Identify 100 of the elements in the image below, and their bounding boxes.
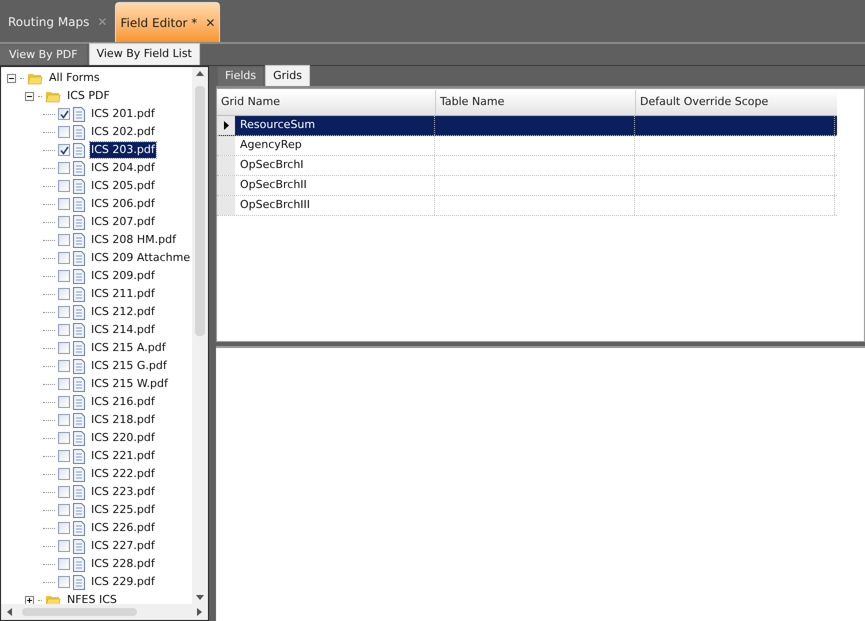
checkbox[interactable]: [58, 414, 70, 426]
editor-tab[interactable]: Fields: [218, 67, 264, 86]
checkbox[interactable]: [58, 270, 70, 282]
checkbox[interactable]: [58, 432, 70, 444]
tree-item[interactable]: ICS 214.pdf: [90, 322, 156, 338]
scroll-left-icon[interactable]: [7, 608, 12, 616]
document-icon: [73, 196, 85, 212]
tree-item[interactable]: ICS 220.pdf: [90, 430, 156, 446]
tab-label: Field Editor *: [120, 14, 198, 32]
expand-toggle[interactable]: [7, 74, 16, 82]
checkbox[interactable]: [58, 162, 70, 174]
grid-row[interactable]: OpSecBrchI: [217, 156, 837, 176]
scroll-down-icon[interactable]: [196, 595, 204, 600]
vertical-scrollbar[interactable]: [192, 67, 208, 604]
checkbox[interactable]: [58, 468, 70, 480]
tree-item[interactable]: ICS 206.pdf: [90, 196, 156, 212]
checkbox[interactable]: [58, 126, 70, 138]
grid-row[interactable]: ResourceSum: [217, 116, 837, 136]
tree-item[interactable]: ICS 223.pdf: [90, 484, 156, 500]
grid-row[interactable]: AgencyRep: [217, 136, 837, 156]
folder-icon: [27, 71, 43, 85]
tree-item[interactable]: ICS 227.pdf: [90, 538, 156, 554]
tree-item[interactable]: ICS 204.pdf: [90, 160, 156, 176]
checkbox[interactable]: [58, 180, 70, 192]
column-header[interactable]: Default Override Scope: [635, 90, 835, 115]
scroll-thumb[interactable]: [195, 86, 205, 336]
document-icon: [73, 340, 85, 356]
tree-item[interactable]: ICS 225.pdf: [90, 502, 156, 518]
checkbox[interactable]: [58, 450, 70, 462]
tree-item[interactable]: ICS 228.pdf: [90, 556, 156, 572]
checkbox[interactable]: [58, 540, 70, 552]
checkbox[interactable]: [58, 522, 70, 534]
tree-item[interactable]: ICS PDF: [67, 88, 110, 104]
tree-item[interactable]: ICS 211.pdf: [90, 286, 156, 302]
plus-icon: [26, 596, 33, 604]
document-icon: [73, 106, 85, 122]
tree-item[interactable]: ICS 215 A.pdf: [90, 340, 167, 356]
horizontal-scrollbar[interactable]: [1, 604, 208, 620]
tree-item[interactable]: ICS 205.pdf: [90, 178, 156, 194]
column-header[interactable]: Table Name: [435, 90, 635, 115]
checkbox[interactable]: [58, 216, 70, 228]
tree-item[interactable]: ICS 203.pdf: [90, 142, 156, 158]
expand-toggle[interactable]: [25, 596, 34, 604]
checkbox[interactable]: [58, 108, 70, 120]
scroll-thumb[interactable]: [22, 608, 137, 616]
tree-item[interactable]: ICS 218.pdf: [90, 412, 156, 428]
tree-item[interactable]: ICS 226.pdf: [90, 520, 156, 536]
document-icon: [73, 376, 85, 392]
tree-item[interactable]: NFES ICS: [67, 592, 117, 608]
checkbox[interactable]: [58, 504, 70, 516]
tree-item[interactable]: ICS 222.pdf: [90, 466, 156, 482]
document-icon: [73, 538, 85, 554]
checkbox[interactable]: [58, 396, 70, 408]
view-tab[interactable]: View By Field List: [88, 43, 200, 65]
column-header[interactable]: Grid Name: [217, 90, 435, 115]
editor-tab[interactable]: Grids: [265, 65, 310, 86]
grid-row[interactable]: OpSecBrchII: [217, 176, 837, 196]
checkbox[interactable]: [58, 144, 70, 156]
document-icon: [73, 358, 85, 374]
checkbox[interactable]: [58, 342, 70, 354]
tree-item[interactable]: ICS 207.pdf: [90, 214, 156, 230]
tree-item[interactable]: ICS 212.pdf: [90, 304, 156, 320]
tree-item[interactable]: ICS 229.pdf: [90, 574, 156, 590]
expand-toggle[interactable]: [25, 92, 34, 100]
checkbox[interactable]: [58, 378, 70, 390]
document-icon: [73, 286, 85, 302]
checkbox[interactable]: [58, 306, 70, 318]
tree-item[interactable]: ICS 208 HM.pdf: [90, 232, 177, 248]
tree-item[interactable]: ICS 216.pdf: [90, 394, 156, 410]
document-icon: [73, 502, 85, 518]
checkbox[interactable]: [58, 252, 70, 264]
grid-row[interactable]: OpSecBrchIII: [217, 196, 837, 216]
tree-item[interactable]: ICS 202.pdf: [90, 124, 156, 140]
document-icon: [73, 556, 85, 572]
checkbox[interactable]: [58, 288, 70, 300]
tree-item[interactable]: ICS 201.pdf: [90, 106, 156, 122]
tree-item[interactable]: ICS 209.pdf: [90, 268, 156, 284]
close-button[interactable]: ✕: [205, 14, 216, 32]
document-icon: [73, 142, 85, 158]
checkbox[interactable]: [58, 234, 70, 246]
document-icon: [73, 268, 85, 284]
checkbox[interactable]: [58, 486, 70, 498]
checkbox[interactable]: [58, 198, 70, 210]
checkbox[interactable]: [58, 360, 70, 372]
check-icon: [60, 146, 68, 154]
tree-item[interactable]: ICS 215 G.pdf: [90, 358, 168, 374]
tree-item[interactable]: ICS 215 W.pdf: [90, 376, 169, 392]
document-icon: [73, 304, 85, 320]
scroll-right-icon[interactable]: [197, 608, 202, 616]
view-tab[interactable]: View By PDF: [0, 45, 87, 65]
scroll-up-icon[interactable]: [196, 71, 204, 76]
document-tab[interactable]: Routing Maps ✕: [2, 2, 114, 42]
row-header[interactable]: [217, 116, 235, 135]
tree-item[interactable]: ICS 221.pdf: [90, 448, 156, 464]
tree-item[interactable]: ICS 209 Attachme: [90, 250, 192, 266]
checkbox[interactable]: [58, 558, 70, 570]
tree-item[interactable]: All Forms: [49, 70, 100, 86]
document-tab[interactable]: Field Editor * ✕: [115, 2, 220, 42]
checkbox[interactable]: [58, 576, 70, 588]
checkbox[interactable]: [58, 324, 70, 336]
